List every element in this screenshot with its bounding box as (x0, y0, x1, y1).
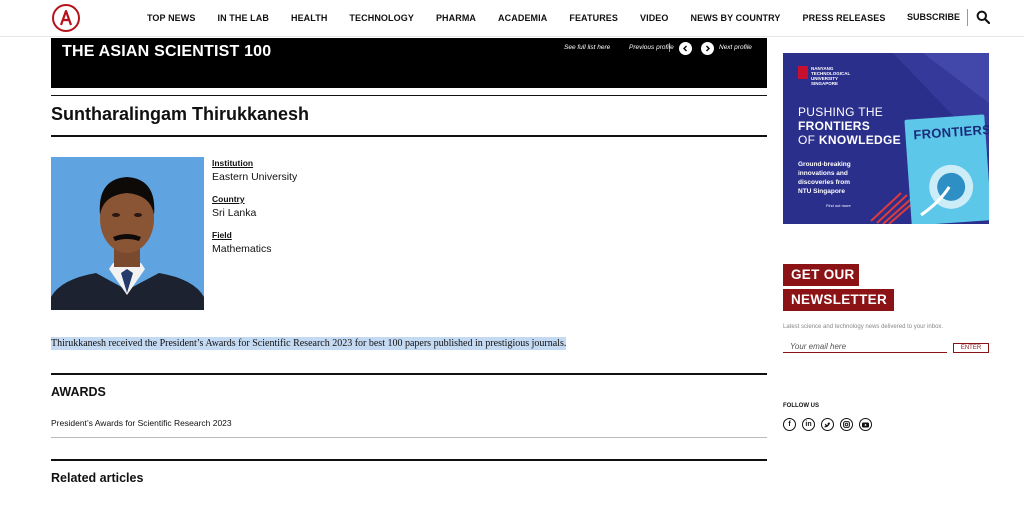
nav-health[interactable]: HEALTH (291, 13, 327, 23)
twitter-icon[interactable] (821, 418, 834, 431)
ad-find-out-more[interactable]: Find out more (826, 203, 851, 208)
title-bottom-rule (51, 135, 767, 137)
nav-press-releases[interactable]: PRESS RELEASES (803, 13, 886, 23)
nav-features[interactable]: FEATURES (569, 13, 618, 23)
next-profile-button[interactable] (701, 42, 714, 55)
banner-title: THE ASIAN SCIENTIST 100 (62, 43, 272, 60)
profile-details: Institution Eastern University Country S… (212, 158, 297, 266)
frontiers-magazine-cover: FRONTIERS (904, 114, 989, 224)
logo-a-icon (59, 9, 73, 26)
newsletter-heading-line2: NEWSLETTER (783, 289, 894, 311)
site-header: TOP NEWS IN THE LAB HEALTH TECHNOLOGY PH… (0, 0, 1024, 37)
ntu-crest-icon (798, 66, 808, 79)
page-title: Suntharalingam Thirukkanesh (51, 104, 310, 124)
previous-profile-link[interactable]: Previous profile (629, 44, 674, 51)
youtube-icon[interactable] (859, 418, 872, 431)
title-top-rule (51, 95, 767, 96)
facebook-icon[interactable]: f (783, 418, 796, 431)
ntu-frontiers-ad[interactable]: NANYANG TECHNOLOGICAL UNIVERSITY SINGAPO… (783, 53, 989, 224)
nav-news-by-country[interactable]: NEWS BY COUNTRY (691, 13, 781, 23)
newsletter-heading-line1: GET OUR (783, 264, 859, 286)
next-profile-link[interactable]: Next profile (719, 44, 752, 51)
nav-academia[interactable]: ACADEMIA (498, 13, 547, 23)
site-logo[interactable] (52, 4, 80, 32)
institution-value: Eastern University (212, 171, 298, 183)
field-value: Mathematics (212, 243, 272, 255)
country-label: Country (212, 194, 245, 204)
awards-bottom-rule (51, 437, 767, 438)
social-links: f in (783, 418, 878, 431)
award-item: President’s Awards for Scientific Resear… (51, 418, 232, 428)
profile-photo (51, 157, 204, 310)
chevron-right-icon (706, 45, 710, 52)
nav-video[interactable]: VIDEO (640, 13, 669, 23)
newsletter-description: Latest science and technology news deliv… (783, 324, 944, 330)
related-top-rule (51, 459, 767, 461)
profile-bio: Thirukkanesh received the President’s Aw… (51, 337, 567, 350)
previous-profile-button[interactable] (679, 42, 692, 55)
related-articles-heading: Related articles (51, 471, 144, 485)
chevron-left-icon (683, 45, 687, 52)
search-icon[interactable] (976, 10, 990, 24)
nav-pharma[interactable]: PHARMA (436, 13, 476, 23)
instagram-icon[interactable] (840, 418, 853, 431)
main-nav: TOP NEWS IN THE LAB HEALTH TECHNOLOGY PH… (147, 0, 907, 36)
newsletter-enter-button[interactable]: ENTER (953, 343, 989, 353)
full-list-link[interactable]: See full list here (564, 44, 610, 51)
institution-label: Institution (212, 158, 254, 168)
awards-heading: AWARDS (51, 385, 106, 399)
country-value: Sri Lanka (212, 207, 257, 219)
nav-top-news[interactable]: TOP NEWS (147, 13, 195, 23)
asian-scientist-100-banner: THE ASIAN SCIENTIST 100 See full list he… (51, 38, 767, 88)
newsletter-email-input[interactable] (783, 341, 947, 353)
subscribe-link[interactable]: SUBSCRIBE (907, 12, 960, 22)
ntu-wordmark: NANYANG TECHNOLOGICAL UNIVERSITY SINGAPO… (811, 66, 851, 86)
nav-in-the-lab[interactable]: IN THE LAB (217, 13, 269, 23)
magazine-art (920, 164, 974, 217)
field-label: Field (212, 230, 232, 240)
follow-us-label: FOLLOW US (783, 403, 819, 409)
ad-subheadline: Ground-breaking innovations and discover… (798, 161, 851, 195)
ad-headline: PUSHING THE FRONTIERS OF KNOWLEDGE (798, 105, 901, 147)
person-portrait-image (51, 157, 204, 310)
header-divider (967, 9, 968, 26)
linkedin-icon[interactable]: in (802, 418, 815, 431)
nav-technology[interactable]: TECHNOLOGY (349, 13, 414, 23)
awards-top-rule (51, 373, 767, 375)
